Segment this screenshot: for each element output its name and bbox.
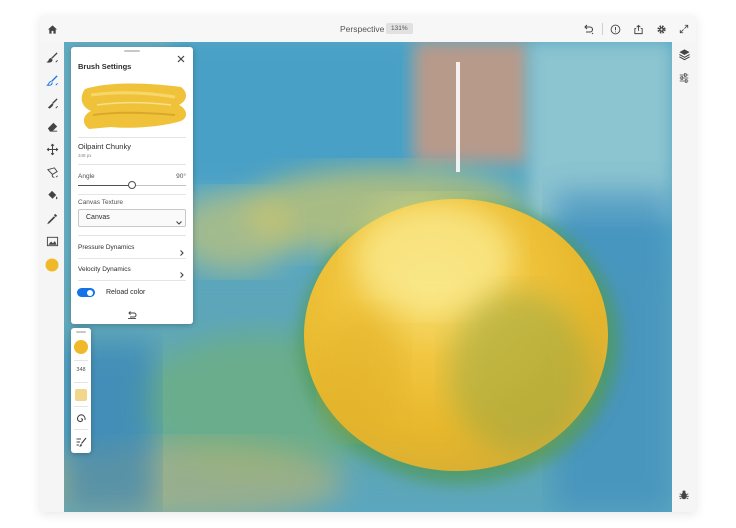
toggle-knob bbox=[87, 289, 93, 296]
panel-divider bbox=[74, 406, 88, 407]
panel-divider bbox=[74, 429, 88, 430]
quick-flow-swatch[interactable] bbox=[75, 389, 87, 401]
quick-panel-drag-handle[interactable] bbox=[76, 331, 86, 333]
paint-bucket-icon[interactable] bbox=[45, 188, 59, 202]
chevron-right-icon bbox=[178, 244, 186, 256]
pressure-dynamics-label: Pressure Dynamics bbox=[78, 244, 135, 251]
zoom-level[interactable]: 131% bbox=[386, 23, 413, 34]
tools-sidebar bbox=[40, 42, 64, 512]
panel-divider bbox=[74, 360, 88, 361]
angle-slider-fill bbox=[78, 185, 132, 186]
document-title[interactable]: Perspective bbox=[340, 24, 384, 34]
eraser-icon[interactable] bbox=[45, 119, 59, 133]
panel-title: Brush Settings bbox=[78, 62, 132, 71]
brush-stroke-preview bbox=[71, 77, 193, 137]
angle-value: 90° bbox=[176, 173, 186, 180]
reset-icon[interactable] bbox=[126, 306, 138, 319]
pressure-dynamics-row[interactable]: Pressure Dynamics bbox=[78, 244, 186, 256]
paintbrush-icon[interactable] bbox=[45, 50, 59, 64]
layers-sidebar bbox=[672, 42, 696, 512]
mixer-brush-icon[interactable] bbox=[45, 96, 59, 110]
panel-divider bbox=[78, 235, 186, 236]
quick-color-swatch[interactable] bbox=[74, 340, 88, 354]
brush-settings-panel: Brush Settings Oilpaint Chunky 348 px An… bbox=[71, 47, 193, 324]
brush-settings-icon[interactable] bbox=[45, 73, 59, 87]
eyedropper-icon[interactable] bbox=[45, 211, 59, 225]
expand-icon[interactable] bbox=[677, 22, 691, 36]
reload-color-toggle[interactable] bbox=[77, 288, 95, 297]
angle-slider-handle[interactable] bbox=[128, 181, 136, 189]
chevron-right-icon bbox=[178, 266, 186, 278]
chevron-down-icon bbox=[175, 214, 183, 225]
home-icon[interactable] bbox=[45, 22, 59, 36]
close-icon[interactable] bbox=[175, 52, 187, 64]
toolbar-divider bbox=[602, 23, 603, 35]
settings-icon[interactable] bbox=[654, 22, 668, 36]
panel-divider bbox=[78, 137, 186, 138]
color-swatch[interactable] bbox=[44, 257, 60, 273]
panel-divider bbox=[78, 164, 186, 165]
brush-name: Oilpaint Chunky bbox=[78, 142, 131, 151]
move-icon[interactable] bbox=[45, 142, 59, 156]
quick-brush-panel: 348 bbox=[71, 328, 91, 453]
panel-divider bbox=[78, 194, 186, 195]
layer-properties-icon[interactable] bbox=[677, 71, 691, 85]
image-icon[interactable] bbox=[45, 234, 59, 248]
canvas-texture-value: Canvas bbox=[86, 214, 110, 221]
angle-label: Angle bbox=[78, 173, 95, 180]
panel-divider bbox=[78, 258, 186, 259]
layers-icon[interactable] bbox=[677, 47, 691, 61]
lasso-icon[interactable] bbox=[45, 165, 59, 179]
panel-divider bbox=[74, 382, 88, 383]
velocity-dynamics-label: Velocity Dynamics bbox=[78, 266, 131, 273]
brush-presets-icon[interactable] bbox=[75, 435, 87, 447]
spiral-icon[interactable] bbox=[75, 412, 87, 424]
reload-color-label: Reload color bbox=[106, 289, 146, 296]
canvas-texture-dropdown[interactable]: Canvas bbox=[78, 209, 186, 227]
panel-divider bbox=[78, 280, 186, 281]
current-color-dot bbox=[45, 258, 59, 272]
help-icon[interactable] bbox=[608, 22, 622, 36]
top-bar: Perspective 131% bbox=[40, 16, 696, 42]
share-icon[interactable] bbox=[631, 22, 645, 36]
bug-icon[interactable] bbox=[677, 488, 691, 502]
panel-drag-handle[interactable] bbox=[124, 50, 140, 52]
quick-brush-size[interactable]: 348 bbox=[71, 367, 91, 373]
brush-size: 348 px bbox=[78, 153, 92, 158]
velocity-dynamics-row[interactable]: Velocity Dynamics bbox=[78, 266, 186, 278]
canvas-texture-label: Canvas Texture bbox=[78, 199, 124, 206]
undo-icon[interactable] bbox=[581, 22, 595, 36]
